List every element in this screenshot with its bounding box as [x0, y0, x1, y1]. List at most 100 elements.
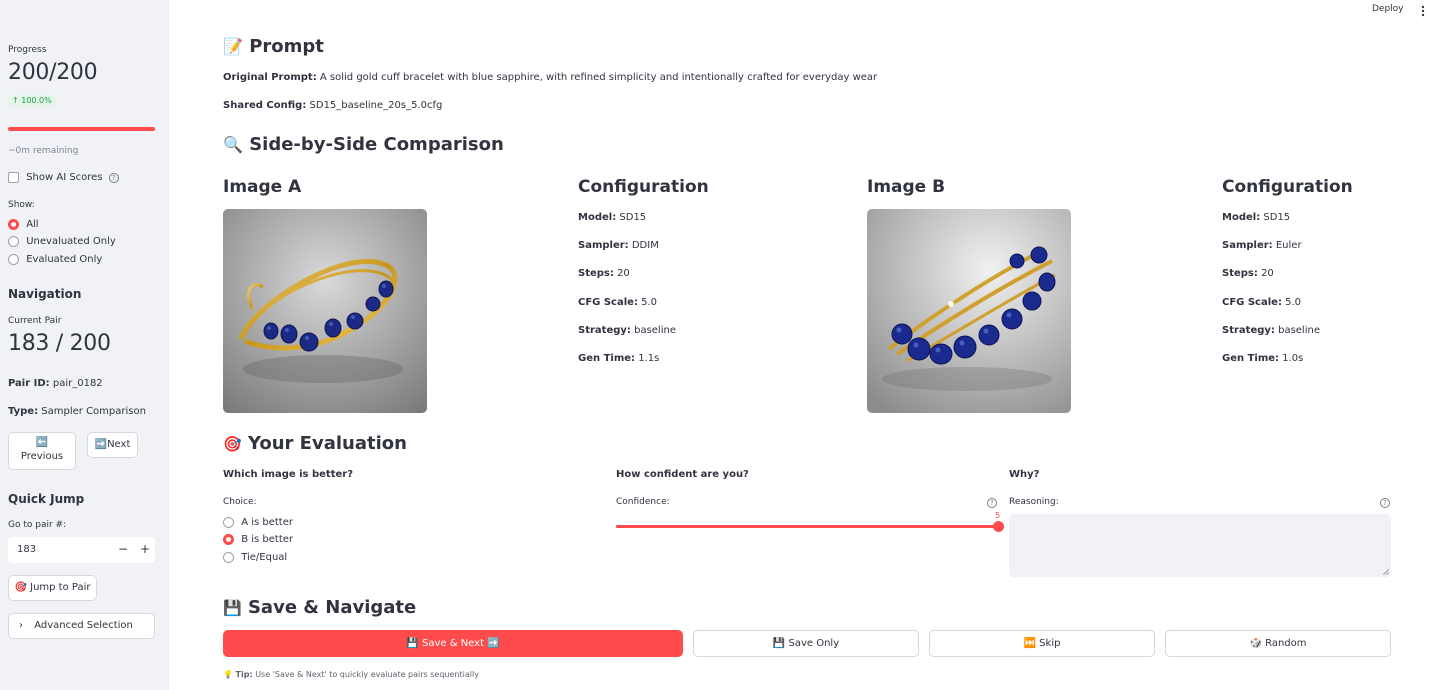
deploy-label: Deploy: [1372, 4, 1404, 14]
config-b-steps: Steps: 20: [1222, 268, 1274, 279]
checkbox-box[interactable]: [8, 172, 19, 183]
chevron-right-icon: ›: [19, 620, 23, 631]
progress-bar-fill: [8, 127, 155, 131]
arrow-left-icon: ⬅️: [35, 437, 49, 448]
deploy-button[interactable]: Deploy: [1372, 4, 1404, 14]
filter-radio-unevaluated[interactable]: Unevaluated Only: [8, 236, 116, 248]
help-icon[interactable]: ?: [987, 498, 997, 508]
config-value: baseline: [634, 325, 676, 336]
original-prompt-label: Original Prompt:: [223, 72, 317, 83]
radio-icon[interactable]: [223, 552, 234, 563]
pair-number-value[interactable]: 183: [17, 544, 36, 555]
image-b-title: Image B: [867, 177, 946, 197]
tip-text: 💡 Tip: Use 'Save & Next' to quickly eval…: [223, 670, 479, 679]
radio-icon[interactable]: [8, 236, 19, 247]
filter-label: Show:: [8, 200, 35, 210]
increment-button[interactable]: +: [140, 542, 150, 556]
config-key: CFG Scale:: [1222, 297, 1282, 308]
filter-radio-all[interactable]: All: [8, 219, 39, 231]
show-ai-scores-label: Show AI Scores: [26, 172, 103, 183]
config-value: SD15: [619, 212, 647, 223]
jump-label: Jump to Pair: [30, 582, 91, 593]
pair-number-input[interactable]: 183 − +: [8, 537, 155, 563]
original-prompt: Original Prompt: A solid gold cuff brace…: [223, 72, 877, 83]
config-b-gentime: Gen Time: 1.0s: [1222, 353, 1303, 364]
random-button[interactable]: 🎲 Random: [1165, 630, 1391, 657]
go-to-pair-label: Go to pair #:: [8, 520, 67, 530]
help-icon[interactable]: ?: [108, 172, 119, 183]
help-icon[interactable]: ?: [1380, 498, 1390, 508]
config-key: Steps:: [1222, 268, 1258, 279]
slider-thumb[interactable]: [993, 521, 1004, 532]
choice-option-label: Tie/Equal: [241, 552, 288, 563]
radio-selected-icon[interactable]: [223, 534, 234, 545]
pair-type: Type: Sampler Comparison: [8, 406, 146, 417]
why-heading: Why?: [1009, 469, 1040, 480]
quick-jump-heading: Quick Jump: [8, 492, 85, 506]
resize-handle-icon[interactable]: [1383, 569, 1389, 575]
next-button[interactable]: ➡️Next: [87, 432, 138, 458]
config-a-steps: Steps: 20: [578, 268, 630, 279]
radio-icon[interactable]: [8, 254, 19, 265]
prompt-title: Prompt: [249, 36, 324, 57]
previous-button[interactable]: ⬅️ Previous: [8, 432, 76, 470]
shared-config-label: Shared Config:: [223, 100, 307, 111]
evaluation-heading: 🎯 Your Evaluation: [223, 433, 407, 454]
image-a: [223, 209, 427, 413]
save-only-button[interactable]: 💾 Save Only: [693, 630, 919, 657]
jump-to-pair-button[interactable]: 🎯 Jump to Pair: [8, 575, 97, 601]
choice-radio-a[interactable]: A is better: [223, 517, 293, 529]
config-a-strategy: Strategy: baseline: [578, 325, 676, 336]
config-a-model: Model: SD15: [578, 212, 646, 223]
slider-value: 5: [995, 511, 1001, 520]
config-value: SD15: [1263, 212, 1291, 223]
random-label: 🎲 Random: [1249, 638, 1307, 649]
remaining-text: ~0m remaining: [8, 146, 79, 156]
original-prompt-value: A solid gold cuff bracelet with blue sap…: [319, 72, 878, 83]
confidence-label: Confidence:: [616, 497, 670, 507]
config-value: 5.0: [1285, 297, 1302, 308]
config-value: 1.1s: [638, 353, 660, 364]
skip-label: ⏭️ Skip: [1023, 638, 1061, 649]
pair-id: Pair ID: pair_0182: [8, 378, 103, 389]
next-label: Next: [107, 439, 131, 450]
radio-selected-icon[interactable]: [8, 219, 19, 230]
config-key: Sampler:: [1222, 240, 1273, 251]
magnifier-icon: 🔍: [223, 135, 243, 154]
save-heading: 💾 Save & Navigate: [223, 597, 416, 618]
slider-fill: [616, 525, 999, 528]
config-value: Euler: [1275, 240, 1302, 251]
progress-delta-badge: ↑ 100.0%: [8, 95, 56, 106]
radio-icon[interactable]: [223, 517, 234, 528]
choice-radio-b[interactable]: B is better: [223, 534, 293, 546]
save-next-button[interactable]: 💾 Save & Next ➡️: [223, 630, 683, 657]
decrement-button[interactable]: −: [118, 542, 128, 556]
config-value: 5.0: [641, 297, 658, 308]
current-pair-label: Current Pair: [8, 316, 62, 326]
reasoning-label: Reasoning:: [1009, 497, 1059, 507]
reasoning-textarea[interactable]: [1009, 514, 1391, 577]
config-key: Steps:: [578, 268, 614, 279]
choice-radio-tie[interactable]: Tie/Equal: [223, 552, 287, 564]
pair-id-label: Pair ID:: [8, 378, 50, 389]
tip-value: Use 'Save & Next' to quickly evaluate pa…: [255, 670, 479, 679]
skip-button[interactable]: ⏭️ Skip: [929, 630, 1155, 657]
shared-config-value: SD15_baseline_20s_5.0cfg: [309, 100, 443, 111]
advanced-selection-expander[interactable]: › Advanced Selection: [8, 613, 155, 639]
choice-option-label: B is better: [241, 534, 293, 545]
previous-label: Previous: [20, 451, 64, 462]
filter-radio-evaluated[interactable]: Evaluated Only: [8, 254, 102, 266]
evaluation-title: Your Evaluation: [247, 433, 407, 454]
kebab-menu-icon[interactable]: [1419, 4, 1427, 18]
config-value: DDIM: [631, 240, 659, 251]
floppy-disk-icon: 💾: [223, 599, 242, 617]
confidence-slider[interactable]: 5: [616, 508, 1004, 534]
config-b-title: Configuration: [1222, 177, 1353, 197]
config-key: Model:: [1222, 212, 1261, 223]
choice-option-label: A is better: [241, 517, 293, 528]
show-ai-scores-checkbox[interactable]: Show AI Scores ?: [8, 172, 119, 184]
config-a-title: Configuration: [578, 177, 709, 197]
navigation-heading: Navigation: [8, 287, 82, 301]
image-b: [867, 209, 1071, 413]
sidebar: Progress 200/200 ↑ 100.0% ~0m remaining …: [0, 0, 169, 690]
